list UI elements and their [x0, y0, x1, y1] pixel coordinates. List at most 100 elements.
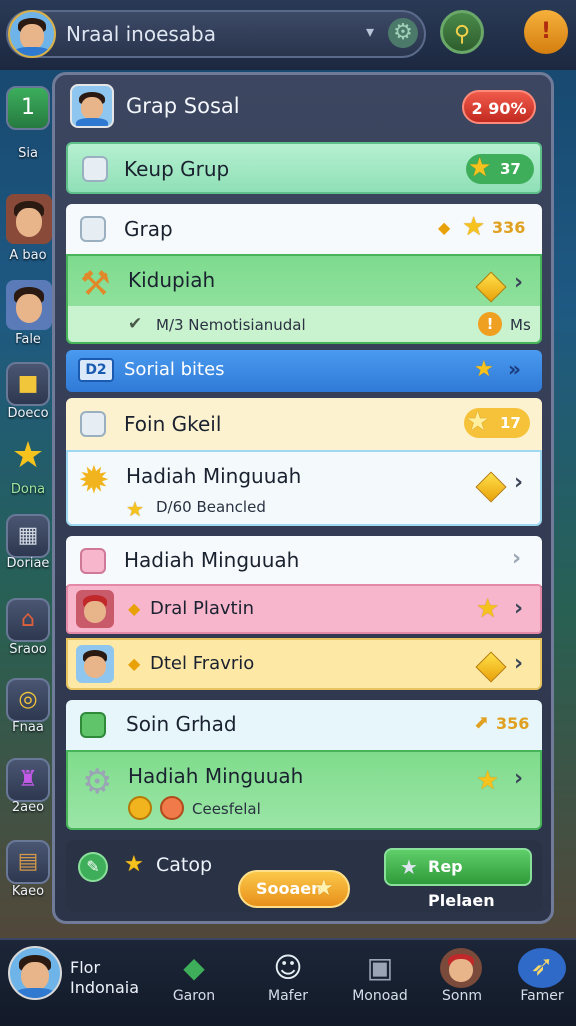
- star-icon: ★: [126, 497, 144, 521]
- list-item-social[interactable]: D2 Sorial bites ★ »: [66, 350, 542, 392]
- side-lock-icon[interactable]: 1: [6, 86, 50, 130]
- diamond-icon: ◆: [438, 218, 451, 237]
- gift-icon[interactable]: ▣: [360, 950, 400, 986]
- tools-icon: ⚒: [80, 264, 111, 304]
- top-bar: Nraal inoesaba ▾ ⚙ ⚲ !: [0, 0, 576, 70]
- alert-button[interactable]: !: [524, 10, 568, 54]
- row-label: Kidupiah: [128, 268, 216, 292]
- badge-icon: [160, 796, 184, 820]
- list-item-drel[interactable]: ◆ Dtel Fravrio ›: [66, 638, 542, 690]
- progress-badge: 2 90%: [462, 90, 536, 124]
- star-icon: ★: [476, 766, 500, 796]
- chevron-right-icon: ›: [514, 596, 524, 621]
- side-label: A bao: [9, 248, 47, 263]
- footer-left-label: Catop: [156, 854, 213, 876]
- coin-icon: [128, 796, 152, 820]
- alert-icon: !: [540, 19, 552, 44]
- list-item-hadiah-1[interactable]: ✹ Hadiah Minguuah ★ D/60 Beancled ›: [66, 450, 542, 526]
- side-friend-avatar[interactable]: [6, 194, 52, 244]
- coin-icon[interactable]: ◎: [6, 678, 50, 722]
- diamond-icon: [475, 651, 507, 683]
- friend-avatar: [76, 645, 114, 683]
- anvil-icon: ⚙: [82, 762, 113, 802]
- row-label: Hadiah Minguuah: [128, 764, 304, 788]
- nav-label[interactable]: Garon: [154, 988, 234, 1004]
- list-item-soin[interactable]: Soin Grhad ⬈ 356: [66, 700, 542, 750]
- panel-title: Grap Sosal: [126, 94, 240, 118]
- sun-coin-icon: ✹: [78, 458, 110, 502]
- row-label: Grap: [124, 217, 173, 241]
- row-label: Soin Grhad: [126, 712, 237, 736]
- row-label: Keup Grup: [124, 157, 230, 181]
- box-icon[interactable]: ▦: [6, 514, 50, 558]
- row-sub: D/60 Beancled: [156, 498, 266, 516]
- count-value: 356: [496, 714, 530, 733]
- star-icon: ★: [400, 855, 418, 879]
- nav-label[interactable]: Monoad: [340, 988, 420, 1004]
- chevron-right-icon: ›: [514, 470, 524, 495]
- side-friend-avatar[interactable]: [6, 280, 52, 330]
- star-icon: ★: [466, 407, 490, 437]
- gear-icon[interactable]: ⚙: [388, 18, 418, 48]
- lock-icon: [80, 548, 106, 574]
- chevron-down-icon[interactable]: ▾: [366, 22, 374, 41]
- count-pill: ★ 17: [464, 408, 530, 438]
- list-item-hadiah-3[interactable]: ⚙ Hadiah Minguuah Ceesfelal ★ ›: [66, 750, 542, 830]
- list-item-grap[interactable]: Grap ◆ ★ 336: [66, 204, 542, 254]
- nav-label[interactable]: Sonm: [422, 988, 502, 1004]
- lock-icon: [80, 712, 106, 738]
- player-avatar[interactable]: [8, 10, 56, 58]
- rocket-icon[interactable]: ➶: [518, 948, 566, 988]
- list-item-kidupiah[interactable]: ⚒ Kidupiah › ✔ M/3 Nemotisianudal ! Ms: [66, 254, 542, 344]
- list-item-hadiah-2[interactable]: Hadiah Minguuah ›: [66, 536, 542, 586]
- row-label: Hadiah Minguuah: [124, 548, 300, 572]
- row-sub: Ceesfelal: [192, 800, 261, 818]
- list-item-dral[interactable]: ◆ Dral Plavtin ★ ›: [66, 584, 542, 634]
- tag-icon: ⬈: [474, 712, 490, 733]
- smile-icon[interactable]: ☺: [268, 950, 308, 986]
- friend-avatar: [76, 590, 114, 628]
- count-value: 336: [492, 218, 526, 237]
- lock-icon: [82, 156, 108, 182]
- chevron-right-icon: ›: [514, 651, 524, 676]
- star-icon[interactable]: ★: [6, 436, 50, 480]
- check-icon: ✔: [128, 314, 143, 334]
- list-item-foin[interactable]: Foin Gkeil ★ 17: [66, 398, 542, 450]
- nav-label[interactable]: Mafer: [248, 988, 328, 1004]
- list-item-keep-group[interactable]: Keup Grup ★ 37: [66, 142, 542, 194]
- star-icon: ★: [314, 876, 334, 901]
- row-label: Dtel Fravrio: [150, 653, 255, 674]
- chest-icon[interactable]: ▤: [6, 840, 50, 884]
- character-icon[interactable]: [440, 948, 482, 988]
- house-icon[interactable]: ⌂: [6, 598, 50, 642]
- nav-label[interactable]: Famer: [502, 988, 576, 1004]
- chevron-right-icon: ›: [514, 766, 524, 791]
- star-icon: ★: [474, 357, 494, 382]
- side-label: Kaeo: [11, 884, 45, 899]
- leaf-icon[interactable]: ✎: [78, 852, 108, 882]
- star-icon: ★: [124, 852, 144, 877]
- joystick-icon: ⚲: [453, 22, 471, 47]
- row-label: Hadiah Minguuah: [126, 464, 302, 488]
- joystick-button[interactable]: ⚲: [440, 10, 484, 54]
- side-label: Fale: [15, 332, 41, 347]
- row-sub-right: Ms: [510, 316, 531, 334]
- chevron-right-icon: ›: [512, 546, 522, 571]
- search-button[interactable]: Sooaen ★: [238, 870, 350, 908]
- profile-avatar[interactable]: [8, 946, 62, 1000]
- profile-region: Indonaia: [70, 978, 139, 997]
- row-sub: M/3 Nemotisianudal: [156, 316, 306, 334]
- tag-badge: D2: [78, 358, 114, 382]
- row-label: Sorial bites: [124, 359, 225, 380]
- compass-icon[interactable]: ◆: [174, 950, 214, 986]
- diamond-icon: ◆: [128, 654, 141, 673]
- diamond-icon: ◆: [128, 599, 141, 618]
- row-label: Dral Plavtin: [150, 598, 255, 619]
- potion-icon[interactable]: ♜: [6, 758, 50, 802]
- cube-icon[interactable]: ■: [6, 362, 50, 406]
- chevron-right-icon: ›: [514, 270, 524, 295]
- alert-badge: !: [478, 312, 502, 336]
- lock-icon: [80, 216, 106, 242]
- report-button[interactable]: ★ Rep Plelaen: [384, 848, 532, 910]
- side-label: 2aeo: [11, 800, 45, 815]
